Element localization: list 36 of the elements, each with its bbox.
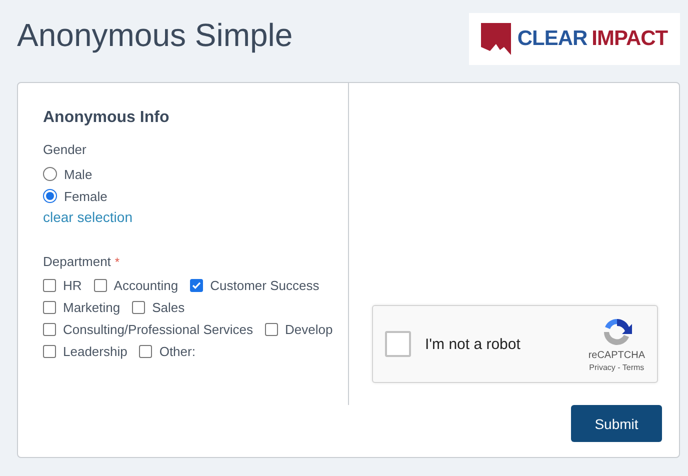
- checkbox[interactable]: [43, 322, 56, 336]
- checkbox[interactable]: [94, 278, 107, 292]
- checkbox[interactable]: [190, 278, 204, 292]
- checkbox-option[interactable]: Customer Success: [190, 274, 320, 296]
- checkbox-option[interactable]: Consulting/Professional Services: [43, 318, 254, 340]
- checkbox[interactable]: [139, 344, 152, 358]
- checkbox-option[interactable]: Develop: [265, 318, 333, 340]
- logo-text: IMPACT: [592, 27, 668, 50]
- section-title: Anonymous Info: [43, 109, 170, 127]
- privacy-terms-links[interactable]: Privacy - Terms: [589, 363, 644, 372]
- checkbox-option[interactable]: Other:: [139, 340, 196, 362]
- submit-button[interactable]: Submit: [571, 405, 662, 442]
- checkbox[interactable]: [43, 344, 56, 358]
- field-label: Department: [43, 254, 111, 269]
- checkbox-option[interactable]: Marketing: [43, 296, 120, 318]
- banner-icon: [481, 23, 512, 55]
- checkbox[interactable]: [265, 322, 278, 336]
- captcha-checkbox[interactable]: [385, 331, 411, 357]
- page-title: Anonymous Simple: [17, 17, 293, 54]
- radio-button[interactable]: [43, 189, 57, 203]
- clear-selection-link[interactable]: clear selection: [43, 209, 132, 225]
- radio-button[interactable]: [43, 167, 57, 181]
- checkbox-option[interactable]: Accounting: [94, 274, 178, 296]
- checkbox-option[interactable]: Sales: [132, 296, 185, 318]
- field-label: Gender: [43, 142, 86, 157]
- checkbox[interactable]: [43, 300, 56, 314]
- checkbox[interactable]: [132, 300, 146, 314]
- checkbox-option[interactable]: Leadership: [43, 340, 128, 362]
- logo-text: CLEAR: [517, 27, 588, 50]
- captcha-label: I'm not a robot: [425, 336, 522, 352]
- recaptcha-brand: reCAPTCHA: [588, 350, 645, 361]
- radio-option[interactable]: Male: [43, 163, 348, 185]
- radio-option[interactable]: Female: [43, 185, 348, 207]
- checkbox-option[interactable]: HR: [43, 274, 82, 296]
- checkbox[interactable]: [43, 278, 56, 292]
- required-mark: *: [114, 255, 120, 269]
